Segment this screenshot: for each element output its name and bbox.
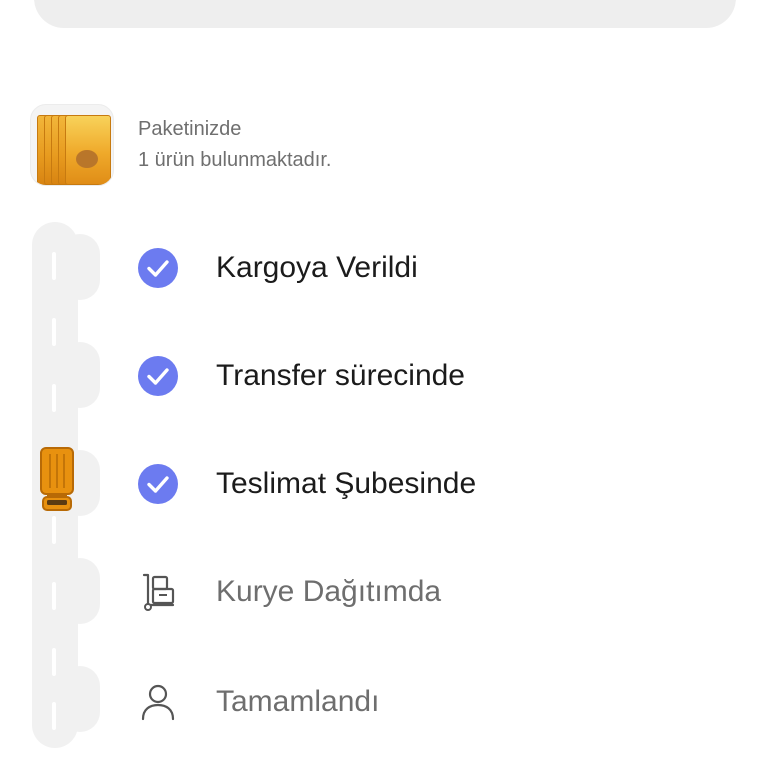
lane-marking (52, 702, 56, 730)
check-icon (136, 246, 180, 290)
delivery-truck-icon (39, 446, 75, 512)
step-label: Transfer sürecinde (216, 359, 465, 392)
check-icon (136, 354, 180, 398)
track-bump (60, 342, 100, 408)
track-bump (60, 558, 100, 624)
step-label: Teslimat Şubesinde (216, 467, 477, 500)
product-thumbnail[interactable] (30, 104, 114, 186)
status-step-kargoya-verildi: Kargoya Verildi (136, 246, 418, 290)
step-label: Kurye Dağıtımda (216, 575, 442, 608)
step-label: Tamamlandı (216, 685, 380, 718)
courier-hand-truck-icon (136, 570, 180, 614)
status-step-kurye-dagitimda: Kurye Dağıtımda (136, 570, 441, 614)
status-step-teslimat-subesinde: Teslimat Şubesinde (136, 462, 476, 506)
status-step-tamamlandi: Tamamlandı (136, 680, 379, 724)
lane-marking (52, 384, 56, 412)
lane-marking (52, 648, 56, 676)
status-step-transfer: Transfer sürecinde (136, 354, 465, 398)
lane-marking (52, 252, 56, 280)
book-cover (65, 115, 111, 185)
package-title: Paketinizde (138, 118, 242, 140)
track-bump (60, 666, 100, 732)
top-card (34, 0, 736, 28)
step-label: Kargoya Verildi (216, 251, 418, 284)
track-bump (60, 234, 100, 300)
lane-marking (52, 516, 56, 544)
package-summary[interactable]: Paketinizde 1 ürün bulunmaktadır. (30, 104, 331, 186)
person-icon (136, 680, 180, 724)
check-icon (136, 462, 180, 506)
package-item-count: 1 ürün bulunmaktadır. (138, 149, 332, 171)
lane-marking (52, 582, 56, 610)
package-text: Paketinizde 1 ürün bulunmaktadır. (138, 114, 331, 176)
lane-marking (52, 318, 56, 346)
